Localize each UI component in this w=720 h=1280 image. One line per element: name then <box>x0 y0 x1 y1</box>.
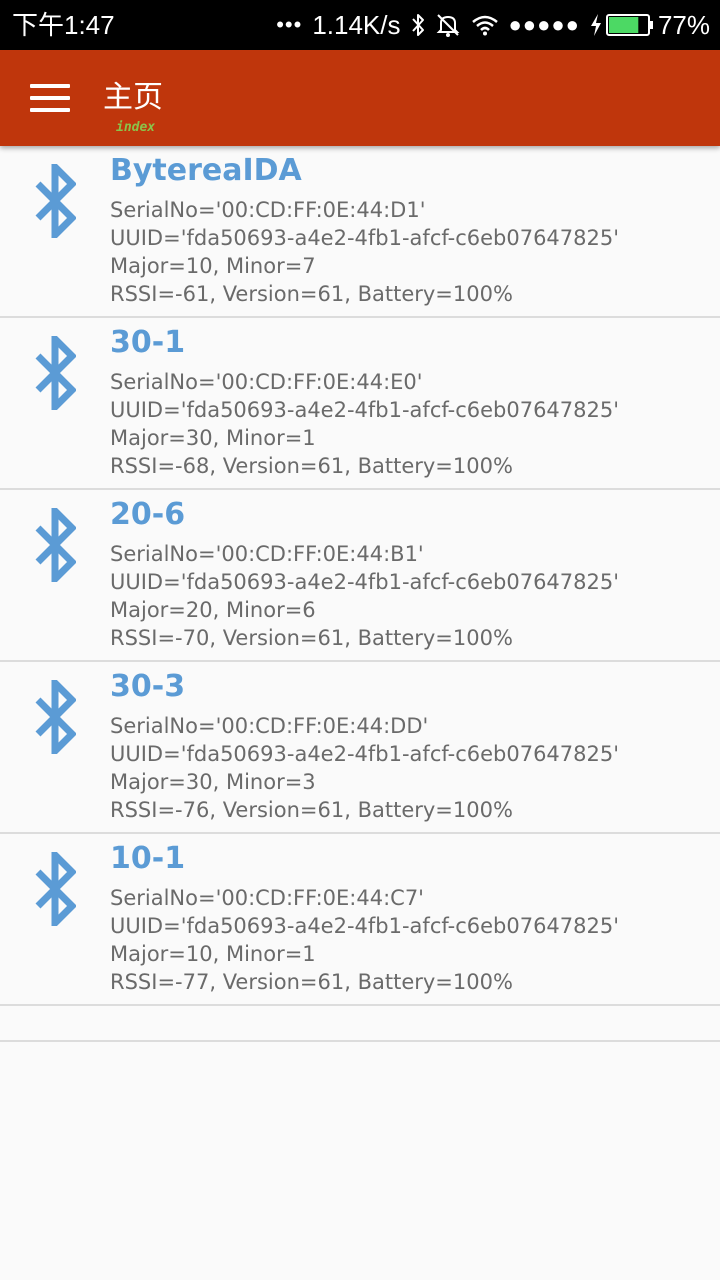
list-item[interactable]: 10-1 SerialNo='00:CD:FF:0E:44:C7' UUID='… <box>0 834 720 1006</box>
device-name: BytereaIDA <box>110 153 302 188</box>
menu-icon <box>30 84 70 88</box>
menu-button[interactable] <box>18 70 82 126</box>
device-rssi: RSSI=-70, Version=61, Battery=100% <box>110 626 513 650</box>
network-speed: 1.14K/s <box>312 9 401 40</box>
bluetooth-icon <box>35 508 76 582</box>
bluetooth-icon <box>35 680 76 754</box>
list-item[interactable]: 20-6 SerialNo='00:CD:FF:0E:44:B1' UUID='… <box>0 490 720 662</box>
device-uuid: UUID='fda50693-a4e2-4fb1-afcf-c6eb076478… <box>110 914 620 938</box>
battery-percent: 77% <box>657 9 710 40</box>
device-major-minor: Major=30, Minor=1 <box>110 426 316 450</box>
bluetooth-icon <box>35 164 76 238</box>
device-list: BytereaIDA SerialNo='00:CD:FF:0E:44:D1' … <box>0 146 720 1042</box>
page-title: 主页 <box>103 80 163 115</box>
more-dots-icon: ••• <box>276 12 303 37</box>
list-item[interactable]: 30-3 SerialNo='00:CD:FF:0E:44:DD' UUID='… <box>0 662 720 834</box>
device-major-minor: Major=10, Minor=7 <box>110 254 316 278</box>
device-serial: SerialNo='00:CD:FF:0E:44:C7' <box>110 886 424 910</box>
battery-icon <box>605 14 653 36</box>
device-rssi: RSSI=-76, Version=61, Battery=100% <box>110 798 513 822</box>
device-name: 30-1 <box>110 325 186 360</box>
status-bar: 下午1:47 ••• 1.14K/s ●●●●● 77% <box>0 0 720 50</box>
device-name: 30-3 <box>110 669 186 704</box>
device-major-minor: Major=30, Minor=3 <box>110 770 316 794</box>
device-serial: SerialNo='00:CD:FF:0E:44:B1' <box>110 542 424 566</box>
device-serial: SerialNo='00:CD:FF:0E:44:DD' <box>110 714 429 738</box>
device-uuid: UUID='fda50693-a4e2-4fb1-afcf-c6eb076478… <box>110 570 620 594</box>
status-icons: ••• 1.14K/s ●●●●● 77% <box>276 10 710 40</box>
wifi-icon <box>471 15 498 36</box>
bluetooth-icon <box>35 336 76 410</box>
list-footer-divider <box>0 1006 720 1042</box>
battery-indicator: 77% <box>590 10 710 41</box>
device-uuid: UUID='fda50693-a4e2-4fb1-afcf-c6eb076478… <box>110 742 620 766</box>
charging-bolt-icon <box>590 14 601 36</box>
device-rssi: RSSI=-77, Version=61, Battery=100% <box>110 970 513 994</box>
device-uuid: UUID='fda50693-a4e2-4fb1-afcf-c6eb076478… <box>110 398 620 422</box>
device-name: 10-1 <box>110 841 186 876</box>
device-serial: SerialNo='00:CD:FF:0E:44:E0' <box>110 370 423 394</box>
device-uuid: UUID='fda50693-a4e2-4fb1-afcf-c6eb076478… <box>110 226 620 250</box>
device-serial: SerialNo='00:CD:FF:0E:44:D1' <box>110 198 426 222</box>
device-name: 20-6 <box>110 497 186 532</box>
app-bar: 主页 index <box>0 50 720 146</box>
signal-strength-icon: ●●●●● <box>508 12 580 37</box>
page-subtitle: index <box>116 120 156 135</box>
status-time: 下午1:47 <box>12 10 115 40</box>
silent-bell-icon <box>436 14 459 37</box>
device-major-minor: Major=20, Minor=6 <box>110 598 316 622</box>
device-rssi: RSSI=-68, Version=61, Battery=100% <box>110 454 513 478</box>
bluetooth-icon <box>35 852 76 926</box>
device-major-minor: Major=10, Minor=1 <box>110 942 316 966</box>
bluetooth-status-icon <box>411 14 424 36</box>
device-rssi: RSSI=-61, Version=61, Battery=100% <box>110 282 513 306</box>
list-item[interactable]: 30-1 SerialNo='00:CD:FF:0E:44:E0' UUID='… <box>0 318 720 490</box>
list-item[interactable]: BytereaIDA SerialNo='00:CD:FF:0E:44:D1' … <box>0 146 720 318</box>
